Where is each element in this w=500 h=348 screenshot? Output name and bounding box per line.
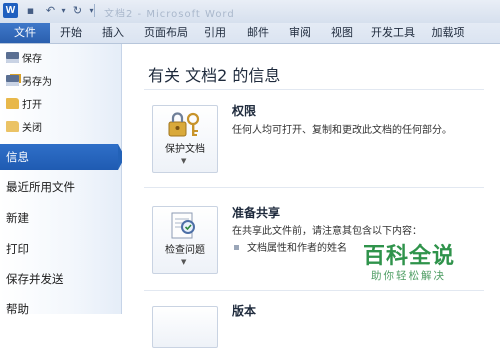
protect-document-button[interactable]: 保护文档 ▼ xyxy=(152,105,218,173)
watermark-main-text: 百科全说 xyxy=(363,244,456,269)
prepare-bullet: 文档属性和作者的姓名 xyxy=(234,239,347,254)
page-title: 有关 文档2 的信息 xyxy=(148,66,281,85)
open-label: 打开 xyxy=(22,100,42,111)
backstage-nav: 保存 另存为 打开 关闭 信息 最近所用文件 新建 打印 保存并发送 帮助 xyxy=(0,44,125,316)
nav-print[interactable]: 打印 xyxy=(0,236,121,262)
undo-dropdown-icon[interactable]: ▾ xyxy=(56,3,71,18)
save-as-label: 另存为 xyxy=(22,77,52,88)
permissions-heading: 权限 xyxy=(232,104,257,118)
save-icon xyxy=(6,52,19,63)
open-folder-icon xyxy=(6,98,19,109)
save-as-command[interactable]: 另存为 xyxy=(6,74,52,92)
tab-developer[interactable]: 开发工具 xyxy=(368,23,418,43)
open-command[interactable]: 打开 xyxy=(6,97,42,115)
save-command[interactable]: 保存 xyxy=(6,51,42,69)
tab-add-ins[interactable]: 加载项 xyxy=(428,23,468,43)
nav-save-send[interactable]: 保存并发送 xyxy=(0,266,121,292)
protect-document-label: 保护文档 xyxy=(165,144,205,155)
tab-insert[interactable]: 插入 xyxy=(97,23,129,43)
save-label: 保存 xyxy=(22,54,42,65)
nav-info[interactable]: 信息 xyxy=(0,144,125,170)
chevron-down-icon: ▼ xyxy=(181,258,187,266)
save-as-icon xyxy=(6,75,19,86)
bullet-icon xyxy=(234,245,239,250)
tab-mailings[interactable]: 邮件 xyxy=(242,23,274,43)
watermark-logo: 百科全说 助你轻松解决 xyxy=(363,238,473,286)
check-issues-button[interactable]: 检查问题 ▼ xyxy=(152,206,218,274)
permissions-description: 任何人均可打开、复制和更改此文档的任何部分。 xyxy=(232,125,452,136)
divider xyxy=(144,187,484,188)
tab-review[interactable]: 审阅 xyxy=(284,23,316,43)
tab-view[interactable]: 视图 xyxy=(326,23,358,43)
nav-help[interactable]: 帮助 xyxy=(0,296,121,322)
divider xyxy=(144,89,484,90)
word-app-icon[interactable]: W xyxy=(3,3,18,18)
close-label: 关闭 xyxy=(22,123,42,134)
nav-new[interactable]: 新建 xyxy=(0,205,121,231)
save-icon[interactable]: ▪ xyxy=(23,3,38,18)
versions-heading: 版本 xyxy=(232,304,257,318)
customize-qa-icon[interactable]: ▾ xyxy=(84,3,99,18)
tab-references[interactable]: 引用 xyxy=(199,23,231,43)
watermark-sub-text: 助你轻松解决 xyxy=(371,270,446,282)
manage-versions-button[interactable] xyxy=(152,306,218,348)
close-folder-icon xyxy=(6,121,19,132)
nav-recent[interactable]: 最近所用文件 xyxy=(0,174,121,200)
divider xyxy=(144,290,484,291)
close-command[interactable]: 关闭 xyxy=(6,120,42,138)
nav-info-label: 信息 xyxy=(6,150,29,164)
document-title: 文档2 - Microsoft Word xyxy=(104,9,235,17)
tab-home[interactable]: 开始 xyxy=(55,23,87,43)
check-issues-label: 检查问题 xyxy=(165,245,205,256)
inspect-document-icon xyxy=(171,212,195,239)
tab-file[interactable]: 文件 xyxy=(0,23,50,43)
prepare-description: 在共享此文件前，请注意其包含以下内容： xyxy=(232,226,422,237)
prepare-bullet-text: 文档属性和作者的姓名 xyxy=(247,243,347,254)
lock-keys-icon xyxy=(168,112,200,137)
ribbon-tabs: 文件 开始 插入 页面布局 引用 邮件 审阅 视图 开发工具 加载项 xyxy=(0,23,500,44)
chevron-down-icon: ▼ xyxy=(181,157,187,165)
title-bar: W ▪ ↶ ▾ ↻ ▾ 文档2 - Microsoft Word xyxy=(0,0,500,23)
prepare-heading: 准备共享 xyxy=(232,206,281,220)
tab-page-layout[interactable]: 页面布局 xyxy=(141,23,191,43)
redo-icon[interactable]: ↻ xyxy=(70,3,85,18)
